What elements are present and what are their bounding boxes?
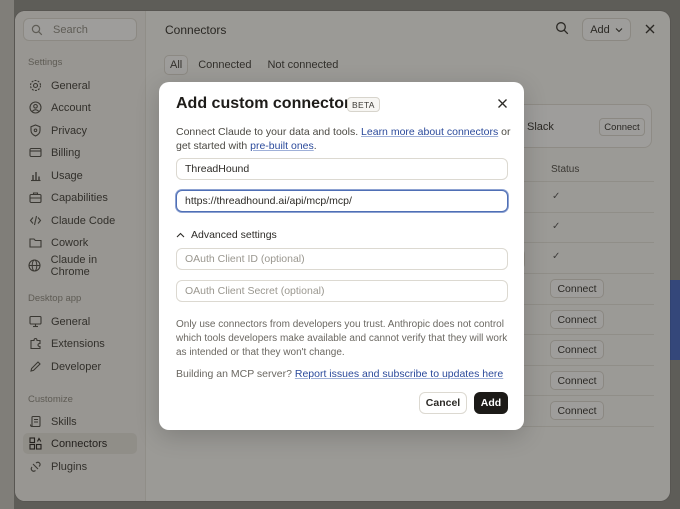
advanced-settings-label: Advanced settings <box>191 229 277 241</box>
add-button[interactable]: Add <box>474 392 508 414</box>
report-issues-link[interactable]: Report issues and subscribe to updates h… <box>295 368 503 380</box>
chevron-up-icon <box>176 232 185 238</box>
oauth-client-secret-input[interactable]: OAuth Client Secret (optional) <box>176 280 508 302</box>
dialog-description: Connect Claude to your data and tools. L… <box>176 125 511 153</box>
description-text: Connect Claude to your data and tools. <box>176 126 362 138</box>
advanced-settings-toggle[interactable]: Advanced settings <box>176 229 277 241</box>
learn-more-link[interactable]: Learn more about connectors <box>361 126 498 138</box>
beta-badge: BETA <box>347 97 380 112</box>
connector-name-input[interactable]: ThreadHound <box>176 158 508 180</box>
cancel-button[interactable]: Cancel <box>419 392 467 414</box>
add-custom-connector-dialog: Add custom connector BETA Connect Claude… <box>159 82 524 430</box>
prebuilt-link[interactable]: pre-built ones <box>250 140 314 152</box>
connector-url-input[interactable]: https://threadhound.ai/api/mcp/mcp/ <box>176 190 508 212</box>
description-text: . <box>313 140 317 152</box>
mcp-server-note-text: Building an MCP server? <box>176 368 295 380</box>
oauth-client-id-input[interactable]: OAuth Client ID (optional) <box>176 248 508 270</box>
close-icon[interactable] <box>497 98 508 109</box>
dialog-title: Add custom connector <box>176 95 351 112</box>
mcp-server-note: Building an MCP server? Report issues an… <box>176 368 503 380</box>
trust-warning: Only use connectors from developers you … <box>176 319 508 358</box>
